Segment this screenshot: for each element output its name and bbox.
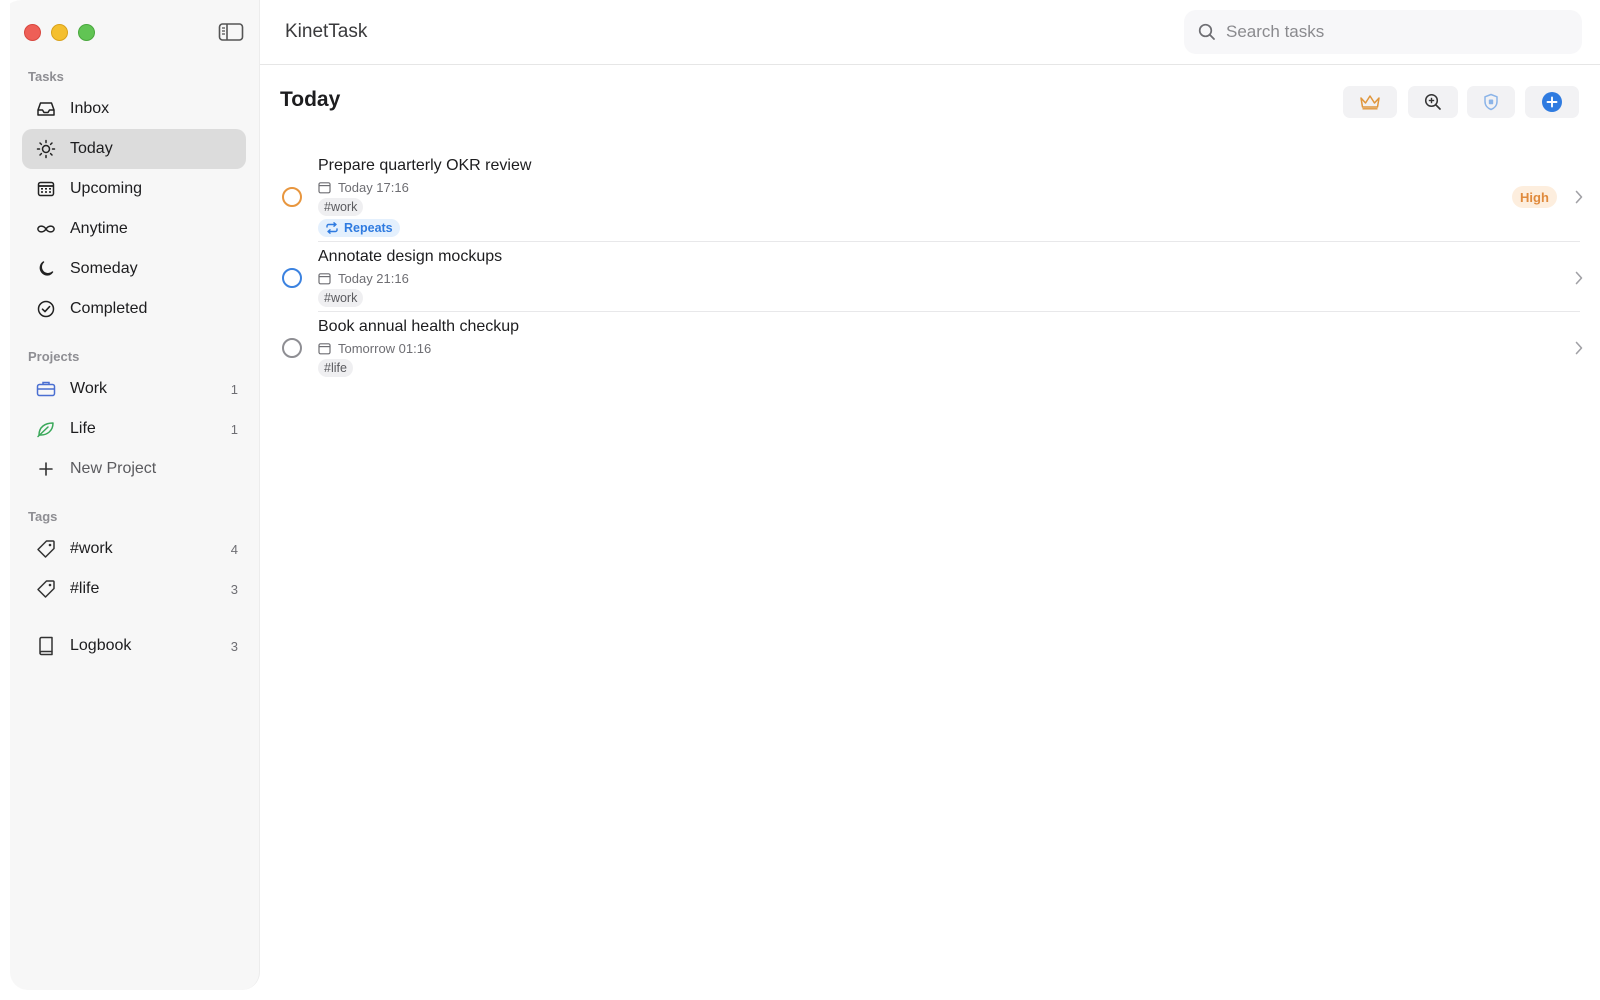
repeat-label: Repeats: [344, 221, 393, 235]
privacy-button[interactable]: [1467, 86, 1515, 118]
task-title: Book annual health checkup: [318, 318, 520, 335]
section-label-projects: Projects: [28, 349, 80, 364]
close-window-button[interactable]: [24, 24, 41, 41]
sidebar-item-label: Today: [70, 140, 113, 157]
task-row[interactable]: Prepare quarterly OKR review Today 17:16…: [280, 157, 1583, 241]
sidebar-item-inbox[interactable]: Inbox: [22, 89, 246, 129]
sidebar: Tasks Inbox Today Upcoming Anytime Somed…: [10, 0, 260, 990]
chevron-right-icon[interactable]: [1572, 341, 1586, 355]
calendar-icon: [318, 342, 331, 355]
task-tag[interactable]: #work: [318, 198, 364, 216]
sidebar-item-anytime[interactable]: Anytime: [22, 209, 246, 249]
repeat-icon: [326, 222, 338, 234]
sidebar-item-tag-life[interactable]: #life 3: [22, 569, 246, 609]
sidebar-item-project-life[interactable]: Life 1: [22, 409, 246, 449]
app-window: Tasks Inbox Today Upcoming Anytime Somed…: [0, 0, 1600, 1000]
minimize-window-button[interactable]: [51, 24, 68, 41]
top-bar: KinetTask: [260, 0, 1600, 65]
project-count: 1: [230, 421, 238, 437]
task-due: Today 17:16: [318, 180, 409, 195]
moon-icon: [36, 259, 56, 279]
task-due-text: Tomorrow 01:16: [338, 341, 432, 356]
task-title: Annotate design mockups: [318, 248, 503, 265]
task-due-text: Today 21:16: [338, 271, 409, 286]
task-due: Today 21:16: [318, 271, 409, 286]
calendar-icon: [318, 272, 331, 285]
crown-icon: [1360, 95, 1380, 110]
section-label-tasks: Tasks: [28, 69, 64, 84]
shield-icon: [1484, 93, 1498, 111]
leaf-icon: [36, 419, 56, 439]
sidebar-item-label: Someday: [70, 260, 138, 277]
chevron-right-icon[interactable]: [1572, 271, 1586, 285]
check-circle-icon: [36, 299, 56, 319]
task-tag[interactable]: #work: [318, 289, 364, 307]
add-task-button[interactable]: [1525, 86, 1579, 118]
premium-button[interactable]: [1343, 86, 1397, 118]
search-input[interactable]: [1226, 22, 1566, 42]
zoom-window-button[interactable]: [78, 24, 95, 41]
calendar-icon: [36, 179, 56, 199]
page-title: Today: [280, 88, 341, 111]
sidebar-item-label: Work: [70, 380, 108, 397]
task-checkbox[interactable]: [282, 187, 302, 207]
task-row[interactable]: Book annual health checkup Tomorrow 01:1…: [280, 318, 1583, 380]
chevron-right-icon[interactable]: [1572, 190, 1586, 204]
tag-count: 4: [230, 541, 238, 557]
zoom-in-button[interactable]: [1408, 86, 1458, 118]
tag-count: 3: [230, 581, 238, 597]
task-due: Tomorrow 01:16: [318, 341, 431, 356]
task-divider: [318, 311, 1580, 312]
sidebar-item-label: Upcoming: [70, 180, 143, 197]
calendar-icon: [318, 181, 331, 194]
sidebar-item-label: Completed: [70, 300, 148, 317]
sidebar-item-today[interactable]: Today: [22, 129, 246, 169]
infinity-icon: [36, 219, 56, 239]
window-controls: [24, 24, 95, 41]
app-title: KinetTask: [285, 21, 368, 42]
sidebar-item-label: Inbox: [70, 100, 110, 117]
sidebar-item-label: #work: [70, 540, 113, 557]
tag-icon: [36, 579, 56, 599]
sidebar-item-tag-work[interactable]: #work 4: [22, 529, 246, 569]
plus-icon: [36, 459, 56, 479]
sidebar-item-completed[interactable]: Completed: [22, 289, 246, 329]
inbox-icon: [36, 99, 56, 119]
repeat-badge: Repeats: [318, 219, 400, 237]
task-divider: [318, 241, 1580, 242]
briefcase-icon: [36, 379, 56, 399]
task-row[interactable]: Annotate design mockups Today 21:16 #wor…: [280, 248, 1583, 310]
sidebar-toggle-button[interactable]: [218, 22, 244, 42]
task-tag[interactable]: #life: [318, 359, 353, 377]
sidebar-item-project-work[interactable]: Work 1: [22, 369, 246, 409]
tag-icon: [36, 539, 56, 559]
task-checkbox[interactable]: [282, 338, 302, 358]
sidebar-item-logbook[interactable]: Logbook 3: [22, 626, 246, 666]
sidebar-item-upcoming[interactable]: Upcoming: [22, 169, 246, 209]
sidebar-item-someday[interactable]: Someday: [22, 249, 246, 289]
search-icon: [1198, 23, 1215, 40]
sidebar-item-label: #life: [70, 580, 100, 597]
task-due-text: Today 17:16: [338, 180, 409, 195]
sidebar-toggle-icon: [218, 23, 244, 41]
new-project-label: New Project: [70, 460, 157, 477]
logbook-count: 3: [230, 638, 238, 654]
task-title: Prepare quarterly OKR review: [318, 157, 532, 174]
task-checkbox[interactable]: [282, 268, 302, 288]
new-project-button[interactable]: New Project: [22, 449, 246, 489]
sun-icon: [36, 139, 56, 159]
sidebar-item-label: Logbook: [70, 637, 132, 654]
add-circle-icon: [1542, 92, 1562, 112]
zoom-in-icon: [1424, 93, 1441, 110]
section-label-tags: Tags: [28, 509, 58, 524]
priority-badge: High: [1512, 186, 1557, 208]
sidebar-item-label: Life: [70, 420, 96, 437]
search-box[interactable]: [1184, 10, 1582, 54]
project-count: 1: [230, 381, 238, 397]
sidebar-item-label: Anytime: [70, 220, 128, 237]
book-icon: [36, 636, 56, 656]
